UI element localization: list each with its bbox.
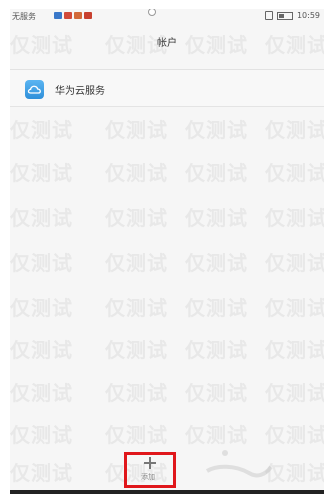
watermark-text: 仅测试 [10,206,73,230]
footer-logo-mark [205,450,273,478]
plus-icon [144,457,156,469]
notification-icon [64,12,72,19]
sim-icon [264,11,273,20]
watermark-text: 仅测试 [185,251,248,275]
page-title: 帐户 [157,38,177,49]
page: 无服务 10:59 帐户 华为云服务 仅测试 仅测试 仅测试 仅测试 仅测试 仅… [0,0,335,502]
watermark-text: 仅测试 [105,161,168,185]
huawei-cloud-icon [25,80,44,99]
notification-icon [54,12,62,19]
watermark-text: 仅测试 [105,423,168,447]
watermark-text: 仅测试 [265,296,324,320]
watermark-text: 仅测试 [265,206,324,230]
watermark-text: 仅测试 [10,338,73,362]
watermark-text: 仅测试 [105,206,168,230]
watermark-text: 仅测试 [10,251,73,275]
notification-icons [54,12,92,19]
account-item-huawei-cloud[interactable]: 华为云服务 [10,70,324,107]
clock: 10:59 [296,11,320,20]
watermark-text: 仅测试 [105,118,168,142]
watermark-text: 仅测试 [185,296,248,320]
notification-icon [74,12,82,19]
add-label: 添加 [141,473,155,481]
notification-icon [84,12,92,19]
battery-icon [276,11,293,20]
watermark-text: 仅测试 [265,338,324,362]
device-bottom-edge [10,490,324,494]
watermark-text: 仅测试 [185,338,248,362]
watermark-text: 仅测试 [185,206,248,230]
account-label: 华为云服务 [55,86,105,97]
carrier-label: 无服务 [12,12,36,21]
watermark-text: 仅测试 [10,381,73,405]
status-right: 10:59 [264,11,320,20]
phone-screen: 无服务 10:59 帐户 华为云服务 仅测试 仅测试 仅测试 仅测试 仅测试 仅… [10,9,324,490]
watermark-text: 仅测试 [105,251,168,275]
watermark-text: 仅测试 [265,251,324,275]
watermark-text: 仅测试 [10,423,73,447]
watermark-text: 仅测试 [105,381,168,405]
watermark-text: 仅测试 [185,118,248,142]
add-account-button[interactable]: 添加 [124,452,176,488]
watermark-text: 仅测试 [265,381,324,405]
watermark-text: 仅测试 [105,296,168,320]
watermark-text: 仅测试 [265,161,324,185]
watermark-text: 仅测试 [105,338,168,362]
watermark-text: 仅测试 [10,161,73,185]
bottom-bar: 添加 [10,449,324,490]
watermark-text: 仅测试 [10,118,73,142]
watermark-text: 仅测试 [265,118,324,142]
watermark-text: 仅测试 [185,381,248,405]
watermark-text: 仅测试 [10,296,73,320]
status-bar: 无服务 10:59 [10,9,324,23]
watermark-text: 仅测试 [185,161,248,185]
